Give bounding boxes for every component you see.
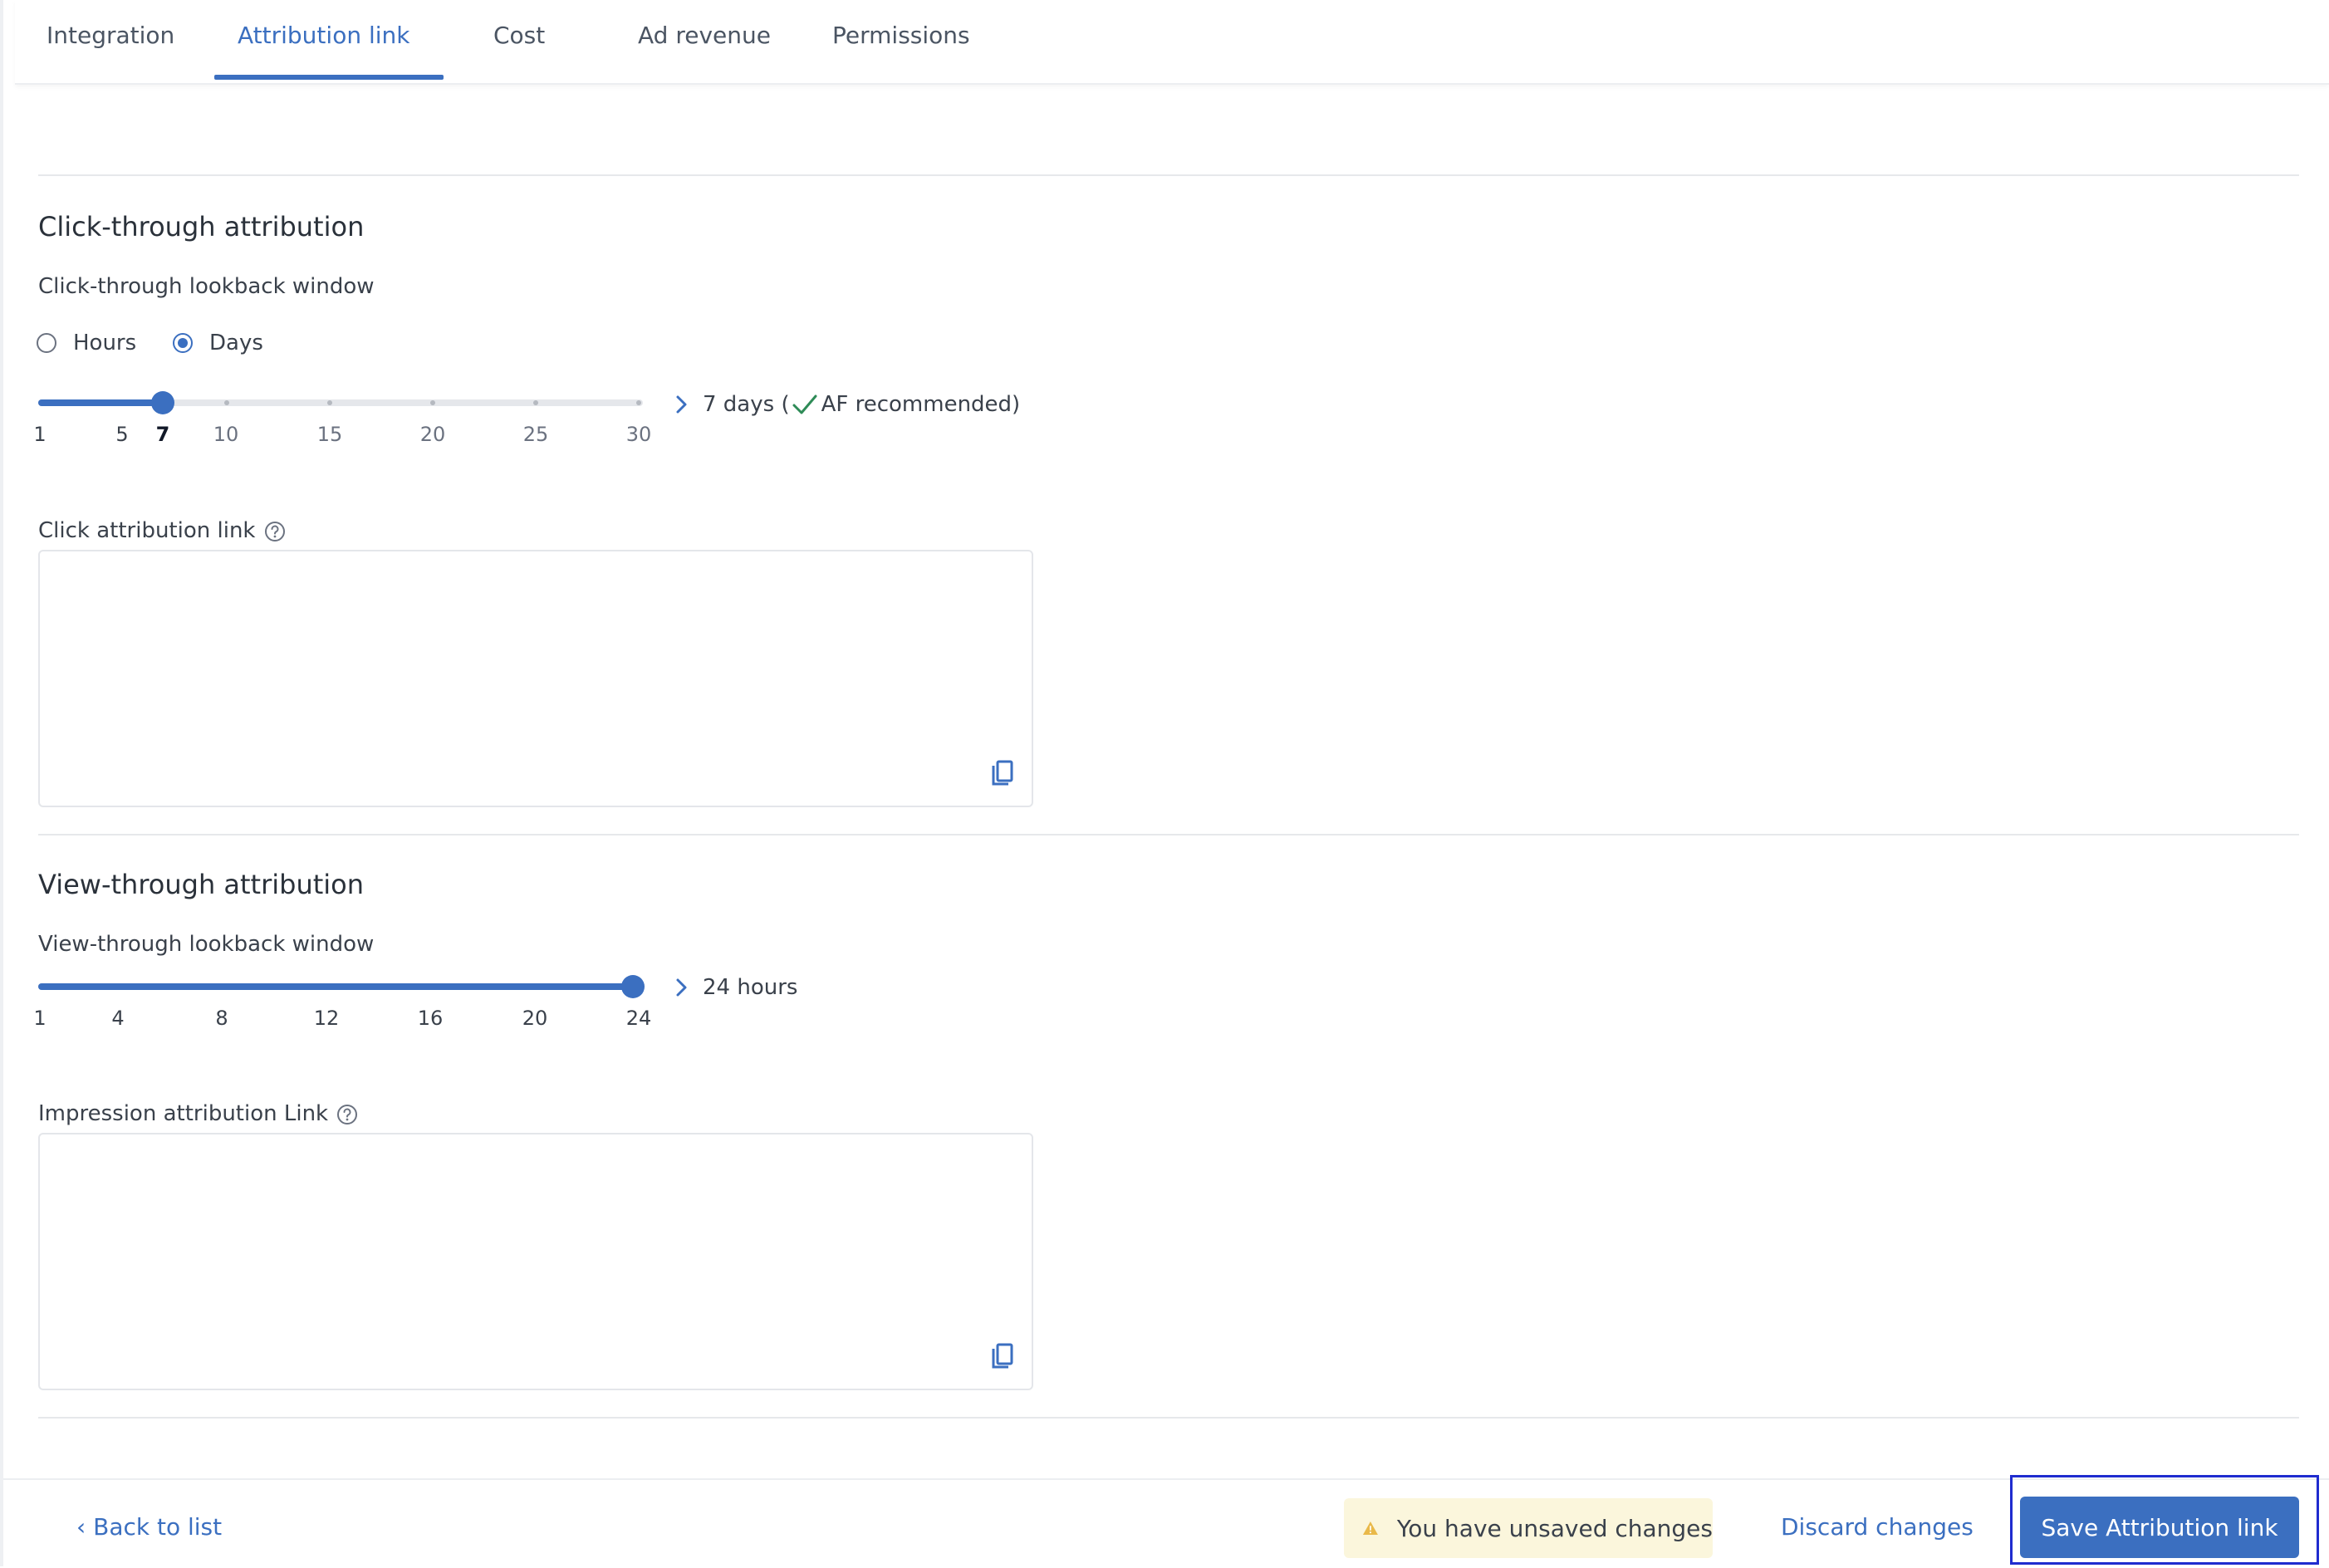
slider-tick-label: 24 — [625, 1007, 652, 1030]
slider-tick-label: 20 — [522, 1007, 548, 1030]
view-through-readout: 24 hours — [671, 975, 797, 1000]
chevron-left-icon: ‹ — [76, 1513, 94, 1541]
footer-bar: ‹ Back to list You have unsaved changes … — [3, 1478, 2329, 1568]
slider-step-dot — [224, 400, 229, 405]
slider-tick-label: 1 — [33, 423, 47, 446]
copy-icon[interactable] — [990, 759, 1015, 787]
radio-hours[interactable]: Hours — [37, 331, 136, 355]
slider-tick-label: 10 — [213, 423, 239, 446]
slider-tick-label: 7 — [155, 423, 170, 446]
radio-hours-label: Hours — [73, 331, 137, 355]
tab-permissions[interactable]: Permissions — [832, 22, 970, 83]
chevron-right-icon — [676, 395, 687, 414]
tab-ad-revenue[interactable]: Ad revenue — [638, 22, 771, 83]
tab-cost[interactable]: Cost — [493, 22, 545, 83]
tab-integration[interactable]: Integration — [47, 22, 174, 83]
click-attribution-link-input[interactable] — [40, 551, 1032, 806]
click-through-readout-value: 7 days ( — [703, 392, 790, 417]
click-through-readout: 7 days ( AF recommended) — [671, 392, 1020, 417]
section-divider — [38, 1417, 2299, 1419]
af-recommended-label: AF recommended) — [821, 392, 1021, 417]
slider-fill — [38, 983, 633, 990]
slider-tick-label: 8 — [215, 1007, 228, 1030]
impression-attribution-link-label: Impression attribution Link — [38, 1101, 358, 1126]
impression-attribution-link-input[interactable] — [40, 1134, 1032, 1389]
click-through-slider[interactable]: 1 5 7 10 15 20 25 30 — [33, 391, 651, 449]
radio-days-circle[interactable] — [173, 333, 193, 353]
click-through-window-label: Click-through lookback window — [38, 274, 375, 299]
slider-step-dot — [533, 400, 538, 405]
section-divider — [38, 834, 2299, 835]
copy-icon[interactable] — [990, 1342, 1015, 1370]
help-icon[interactable] — [264, 521, 286, 542]
click-through-slider-thumb[interactable] — [151, 391, 174, 414]
impression-attribution-link-label-text: Impression attribution Link — [38, 1101, 329, 1126]
back-to-list-label: Back to list — [93, 1513, 223, 1541]
click-attribution-link-label-text: Click attribution link — [38, 518, 256, 543]
view-through-window-label: View-through lookback window — [38, 932, 375, 957]
active-tab-indicator — [214, 75, 444, 80]
check-icon — [792, 394, 817, 414]
section-divider — [38, 174, 2299, 176]
slider-tick-label: 1 — [33, 1007, 47, 1030]
slider-step-dot — [636, 400, 641, 405]
help-icon[interactable] — [336, 1104, 358, 1125]
radio-days[interactable]: Days — [173, 331, 263, 355]
save-attribution-link-button[interactable]: Save Attribution link — [2020, 1497, 2299, 1558]
tab-bar: Integration Attribution link Cost Ad rev… — [15, 0, 2329, 85]
slider-tick-label: 25 — [522, 423, 549, 446]
click-through-title: Click-through attribution — [38, 211, 365, 243]
view-through-slider-thumb[interactable] — [621, 975, 645, 998]
click-attribution-link-box — [38, 550, 1033, 807]
impression-attribution-link-box — [38, 1133, 1033, 1390]
slider-fill — [38, 399, 163, 406]
unsaved-changes-notice: You have unsaved changes — [1344, 1498, 1713, 1558]
view-through-readout-value: 24 hours — [703, 975, 798, 1000]
view-through-title: View-through attribution — [38, 869, 365, 900]
unsaved-changes-text: You have unsaved changes — [1396, 1514, 1713, 1542]
radio-days-label: Days — [209, 331, 263, 355]
slider-tick-label: 16 — [417, 1007, 444, 1030]
click-attribution-link-label: Click attribution link — [38, 518, 286, 543]
slider-tick-label: 5 — [115, 423, 129, 446]
tab-attribution-link[interactable]: Attribution link — [238, 22, 409, 83]
view-through-slider[interactable]: 1 4 8 12 16 20 24 — [33, 975, 651, 1033]
chevron-right-icon — [676, 978, 687, 997]
slider-tick-label: 30 — [625, 423, 652, 446]
radio-hours-circle[interactable] — [37, 333, 56, 353]
slider-tick-label: 4 — [111, 1007, 125, 1030]
slider-tick-label: 20 — [419, 423, 446, 446]
slider-step-dot — [327, 400, 332, 405]
slider-tick-label: 12 — [313, 1007, 340, 1030]
warning-icon — [1362, 1521, 1378, 1536]
slider-step-dot — [430, 400, 435, 405]
slider-tick-label: 15 — [316, 423, 343, 446]
discard-changes-button[interactable]: Discard changes — [1781, 1513, 1974, 1541]
back-to-list-link[interactable]: ‹ Back to list — [76, 1513, 222, 1541]
left-edge — [0, 0, 3, 1566]
